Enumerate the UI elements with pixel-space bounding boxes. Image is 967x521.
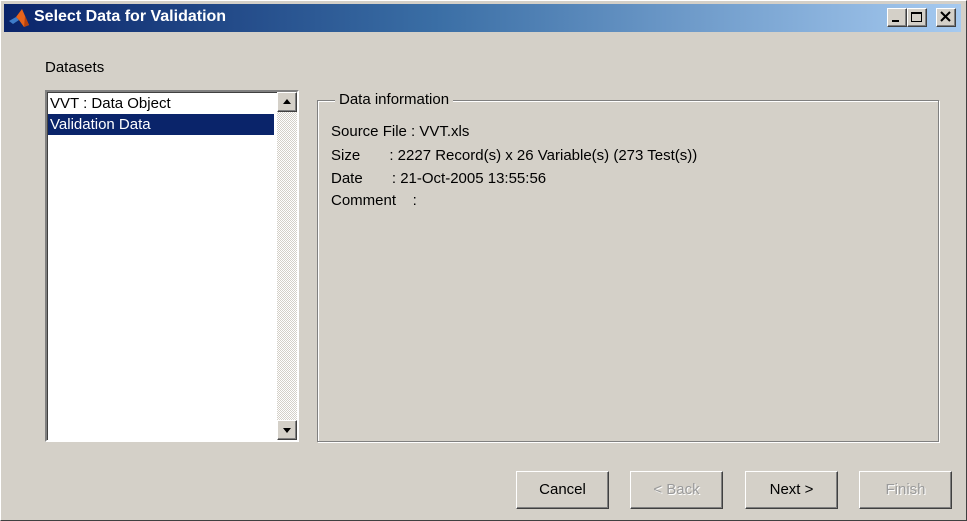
- triangle-up-icon: [283, 99, 291, 104]
- back-button[interactable]: < Back: [630, 471, 723, 509]
- comment-line: Comment :: [331, 192, 417, 209]
- scroll-up-button[interactable]: [277, 92, 297, 112]
- finish-button[interactable]: Finish: [859, 471, 952, 509]
- window-title: Select Data for Validation: [34, 8, 227, 25]
- list-item-vvt-data-object[interactable]: VVT : Data Object: [48, 93, 274, 114]
- matlab-logo-icon: [8, 8, 30, 28]
- minimize-button[interactable]: [887, 8, 907, 27]
- datasets-listbox[interactable]: VVT : Data Object Validation Data: [45, 90, 299, 442]
- date-line: Date : 21-Oct-2005 13:55:56: [331, 170, 547, 187]
- cancel-button[interactable]: Cancel: [516, 471, 609, 509]
- maximize-button[interactable]: [907, 8, 927, 27]
- next-button[interactable]: Next >: [745, 471, 838, 509]
- triangle-down-icon: [283, 428, 291, 433]
- maximize-icon: [911, 12, 922, 22]
- title-bar[interactable]: Select Data for Validation: [4, 4, 961, 32]
- scroll-down-button[interactable]: [277, 420, 297, 440]
- source-file-line: Source File : VVT.xls: [331, 123, 470, 140]
- datasets-label: Datasets: [45, 59, 105, 76]
- close-button[interactable]: [936, 8, 956, 27]
- datasets-list: VVT : Data Object Validation Data: [48, 93, 274, 135]
- close-icon: [940, 11, 951, 22]
- datasets-scrollbar[interactable]: [277, 92, 297, 440]
- data-information-title: Data information: [335, 91, 454, 108]
- size-line: Size : 2227 Record(s) x 26 Variable(s) (…: [331, 147, 698, 164]
- minimize-icon: [892, 20, 899, 22]
- dialog-window: Select Data for Validation Datasets VVT …: [0, 0, 967, 521]
- list-item-validation-data[interactable]: Validation Data: [48, 114, 274, 135]
